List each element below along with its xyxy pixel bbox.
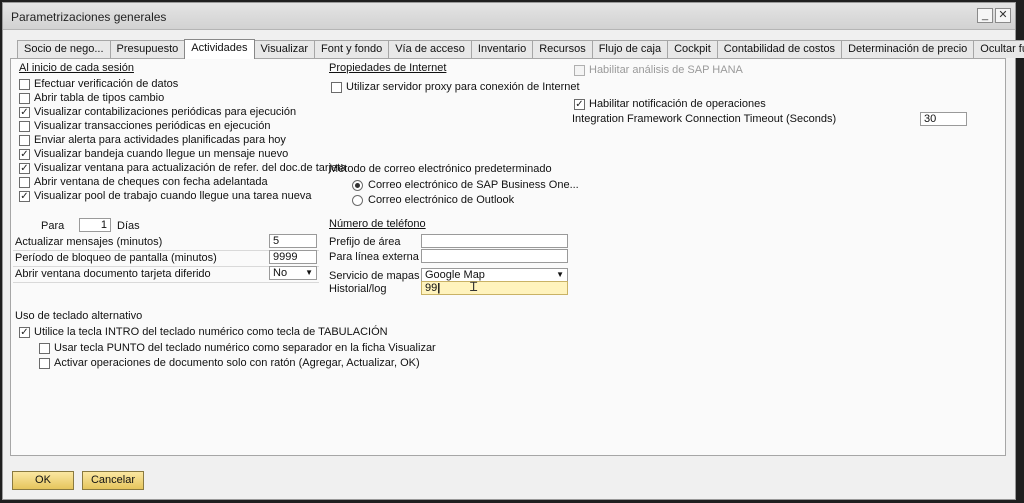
checkbox-label: Activar operaciones de documento solo co… xyxy=(54,357,420,369)
checkbox-verify-data[interactable] xyxy=(19,79,30,90)
tab-via-acceso[interactable]: Vía de acceso xyxy=(388,40,472,58)
tab-panel-actividades: Al inicio de cada sesión Efectuar verifi… xyxy=(10,58,1006,456)
screen-lock-input[interactable]: 9999 xyxy=(269,250,317,264)
tab-font-fondo[interactable]: Font y fondo xyxy=(314,40,390,58)
screen-lock-label: Período de bloqueo de pantalla (minutos) xyxy=(15,252,217,264)
checkbox-label: Visualizar bandeja cuando llegue un mens… xyxy=(34,148,289,160)
checkbox-label: Abrir tabla de tipos cambio xyxy=(34,92,165,104)
window-title: Parametrizaciones generales xyxy=(11,10,167,24)
checkbox-hana[interactable] xyxy=(574,65,585,76)
ok-button[interactable]: OK xyxy=(12,471,74,490)
para-days-input[interactable]: 1 xyxy=(79,218,111,232)
history-log-label: Historial/log xyxy=(329,283,387,295)
checkbox-numpad-enter-tab[interactable]: ✓ xyxy=(19,327,30,338)
internet-properties-heading: Propiedades de Internet xyxy=(329,62,447,74)
radio-label: Correo electrónico de Outlook xyxy=(368,194,515,206)
deferred-card-label: Abrir ventana documento tarjeta diferido xyxy=(15,268,211,280)
cancel-button[interactable]: Cancelar xyxy=(82,471,144,490)
text-cursor-icon: Ɪ xyxy=(470,279,478,294)
tab-contabilidad-costos[interactable]: Contabilidad de costos xyxy=(716,40,843,58)
phone-number-heading: Número de teléfono xyxy=(329,218,426,230)
checkbox-periodic-transactions[interactable] xyxy=(19,121,30,132)
checkbox-label: Visualizar transacciones periódicas en e… xyxy=(34,120,271,132)
history-log-value: 99 xyxy=(425,282,438,294)
tab-ocultar-funciones[interactable]: Ocultar funciones xyxy=(973,40,1024,58)
refresh-messages-input[interactable]: 5 xyxy=(269,234,317,248)
tab-cockpit[interactable]: Cockpit xyxy=(667,40,718,58)
checkbox-work-pool[interactable]: ✓ xyxy=(19,191,30,202)
checkbox-proxy[interactable] xyxy=(331,82,342,93)
tab-visualizar[interactable]: Visualizar xyxy=(253,40,316,58)
tab-presupuesto[interactable]: Presupuesto xyxy=(109,40,186,58)
refresh-messages-label: Actualizar mensajes (minutos) xyxy=(15,236,163,248)
keyboard-heading: Uso de teclado alternativo xyxy=(15,310,143,322)
map-service-label: Servicio de mapas xyxy=(329,270,420,282)
radio-sap-email[interactable] xyxy=(352,180,363,191)
minimize-button[interactable]: _ xyxy=(977,8,993,23)
checkbox-label: Visualizar contabilizaciones periódicas … xyxy=(34,106,297,118)
checkbox-activity-alert[interactable] xyxy=(19,135,30,146)
title-bar: Parametrizaciones generales _ ✕ xyxy=(3,3,1015,30)
history-log-input[interactable]: 99| Ɪ xyxy=(421,279,568,295)
checkbox-label: Utilice la tecla INTRO del teclado numér… xyxy=(34,326,388,338)
tab-bar: Socio de nego... Presupuesto Actividades… xyxy=(17,39,1024,59)
row-divider xyxy=(13,282,319,283)
external-line-input[interactable] xyxy=(421,249,568,263)
checkbox-label: Usar tecla PUNTO del teclado numérico co… xyxy=(54,342,436,354)
tab-determinacion-precio[interactable]: Determinación de precio xyxy=(841,40,975,58)
checkbox-label: Abrir ventana de cheques con fecha adela… xyxy=(34,176,268,188)
map-service-select[interactable]: Google Map ▼ xyxy=(421,268,568,282)
checkbox-card-update-window[interactable]: ✓ xyxy=(19,163,30,174)
area-prefix-input[interactable] xyxy=(421,234,568,248)
tab-actividades[interactable]: Actividades xyxy=(184,39,255,59)
session-start-heading: Al inicio de cada sesión xyxy=(19,62,134,74)
tab-recursos[interactable]: Recursos xyxy=(532,40,593,58)
tab-flujo-caja[interactable]: Flujo de caja xyxy=(591,40,669,58)
dias-label: Días xyxy=(117,220,140,232)
hana-label: Habilitar análisis de SAP HANA xyxy=(589,64,743,76)
checkbox-numpad-dot-separator[interactable] xyxy=(39,343,50,354)
checkbox-periodic-postings[interactable]: ✓ xyxy=(19,107,30,118)
email-method-heading: Método de correo electrónico predetermin… xyxy=(329,163,552,175)
proxy-label: Utilizar servidor proxy para conexión de… xyxy=(346,81,580,93)
timeout-input[interactable]: 30 xyxy=(920,112,967,126)
tab-inventario[interactable]: Inventario xyxy=(470,40,534,58)
chevron-down-icon: ▼ xyxy=(556,270,564,279)
deferred-card-value: No xyxy=(273,267,288,279)
checkbox-label: Visualizar pool de trabajo cuando llegue… xyxy=(34,190,312,202)
timeout-label: Integration Framework Connection Timeout… xyxy=(572,113,837,125)
radio-outlook-email[interactable] xyxy=(352,195,363,206)
settings-window: Parametrizaciones generales _ ✕ Socio de… xyxy=(2,2,1024,500)
notifications-label: Habilitar notificación de operaciones xyxy=(589,98,766,110)
external-line-label: Para línea externa xyxy=(329,251,419,263)
checkbox-label: Efectuar verificación de datos xyxy=(34,78,179,90)
para-label: Para xyxy=(41,220,65,232)
checkbox-postdated-checks[interactable] xyxy=(19,177,30,188)
checkbox-open-exchange-rates[interactable] xyxy=(19,93,30,104)
checkbox-label: Visualizar ventana para actualización de… xyxy=(34,162,347,174)
area-prefix-label: Prefijo de área xyxy=(329,236,401,248)
radio-label: Correo electrónico de SAP Business One..… xyxy=(368,179,579,191)
tab-socio[interactable]: Socio de nego... xyxy=(17,40,111,58)
checkbox-label: Enviar alerta para actividades planifica… xyxy=(34,134,286,146)
deferred-card-select[interactable]: No ▼ xyxy=(269,266,317,280)
checkbox-mouse-only-operations[interactable] xyxy=(39,358,50,369)
close-button[interactable]: ✕ xyxy=(995,8,1011,23)
chevron-down-icon: ▼ xyxy=(305,268,313,277)
checkbox-inbox-new-message[interactable]: ✓ xyxy=(19,149,30,160)
checkbox-notifications[interactable]: ✓ xyxy=(574,99,585,110)
